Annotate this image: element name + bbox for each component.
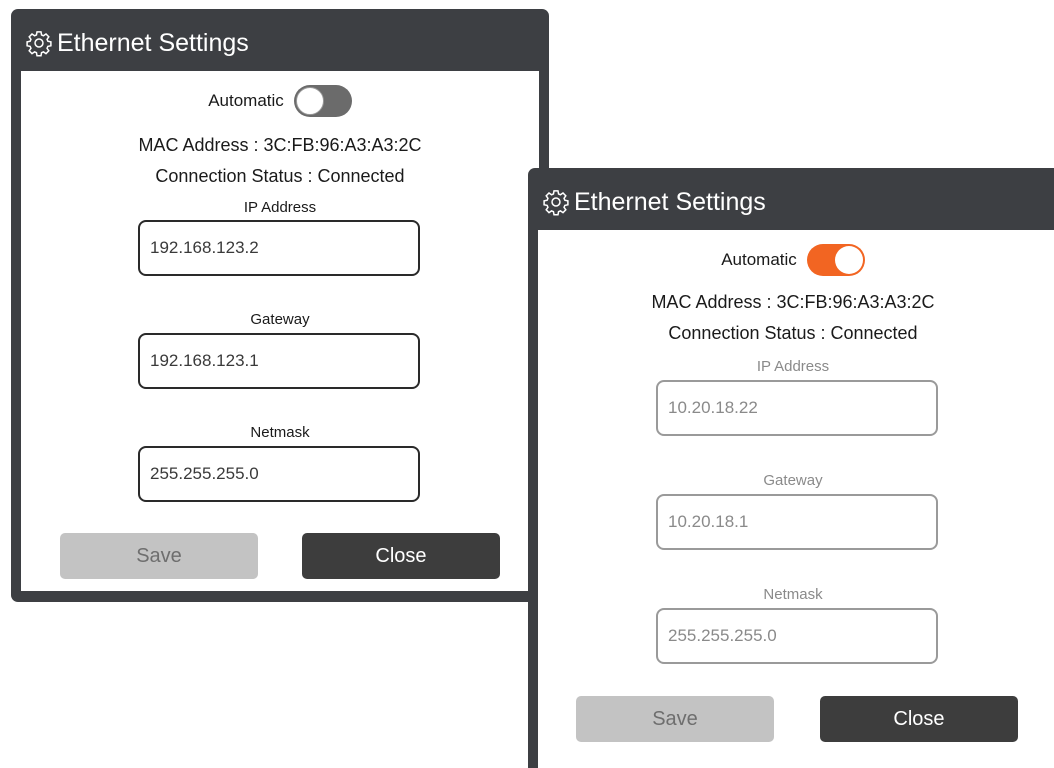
dialog-body: Automatic MAC Address : 3C:FB:96:A3:A3:2… [21,71,539,591]
dialog-titlebar: Ethernet Settings [538,168,1054,230]
dialog-body: Automatic MAC Address : 3C:FB:96:A3:A3:2… [538,230,1054,768]
mac-address: MAC Address : 3C:FB:96:A3:A3:2C [138,135,422,155]
close-button[interactable]: Close [820,696,1018,742]
ip-address-label: IP Address [756,358,830,375]
automatic-toggle[interactable] [806,244,865,276]
save-button[interactable]: Save [576,696,774,742]
automatic-row: Automatic [21,85,539,117]
gear-icon [543,190,569,216]
dialog-titlebar: Ethernet Settings [21,9,539,71]
gateway-field[interactable]: 192.168.123.1 [138,333,420,389]
gateway-label: Gateway [763,472,823,489]
ethernet-settings-dialog-manual: Ethernet Settings Automatic MAC Address … [11,9,549,602]
ethernet-settings-dialog-automatic: Ethernet Settings Automatic MAC Address … [528,168,1054,768]
netmask-field[interactable]: 255.255.255.0 [138,446,420,502]
gateway-label: Gateway [250,311,310,328]
toggle-knob [295,87,324,115]
ip-address-label: IP Address [243,199,317,216]
gear-icon [26,31,52,57]
ip-address-field[interactable]: 10.20.18.22 [656,380,938,436]
dialog-title: Ethernet Settings [57,28,249,57]
close-button[interactable]: Close [302,533,500,579]
ip-address-field[interactable]: 192.168.123.2 [138,220,420,276]
connection-status: Connection Status : Connected [668,323,918,343]
netmask-field[interactable]: 255.255.255.0 [656,608,938,664]
gateway-field[interactable]: 10.20.18.1 [656,494,938,550]
toggle-knob [834,246,863,274]
connection-status: Connection Status : Connected [155,166,405,186]
dialog-title: Ethernet Settings [574,187,766,216]
netmask-label: Netmask [763,586,823,603]
automatic-label: Automatic [208,91,284,110]
automatic-row: Automatic [538,244,1048,276]
save-button[interactable]: Save [60,533,258,579]
mac-address: MAC Address : 3C:FB:96:A3:A3:2C [651,292,935,312]
automatic-label: Automatic [721,250,797,269]
netmask-label: Netmask [250,424,310,441]
automatic-toggle[interactable] [293,85,352,117]
